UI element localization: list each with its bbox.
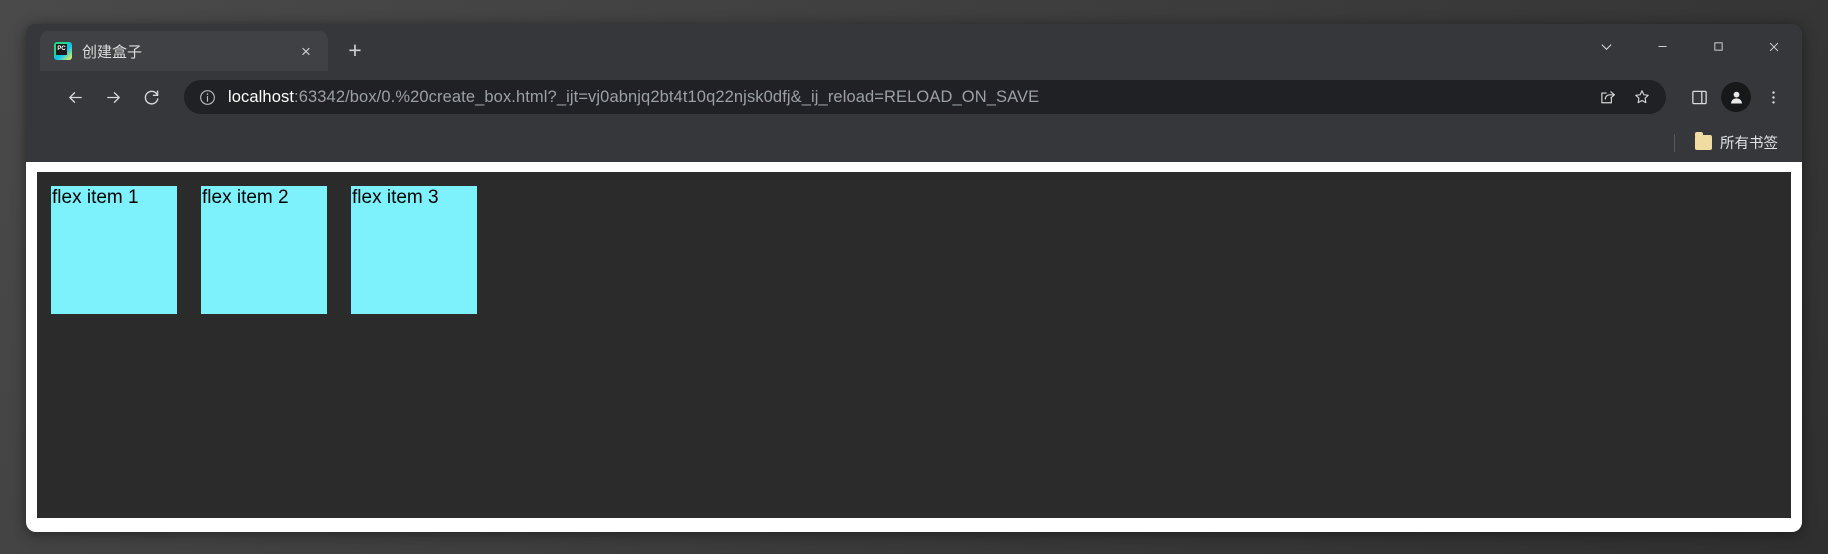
browser-toolbar: localhost:63342/box/0.%20create_box.html…: [26, 71, 1802, 123]
flex-item-3: flex item 3: [351, 186, 477, 314]
maximize-icon[interactable]: [1690, 27, 1746, 67]
url-text[interactable]: localhost:63342/box/0.%20create_box.html…: [228, 88, 1581, 107]
browser-window: PC 创建盒子 × + localhost:63342/box/0.%20cre…: [26, 24, 1802, 532]
bookmark-star-icon[interactable]: [1626, 81, 1658, 113]
tab-close-icon[interactable]: ×: [294, 39, 318, 63]
side-panel-icon[interactable]: [1682, 80, 1716, 114]
omnibox-actions: [1592, 81, 1658, 113]
all-bookmarks-label: 所有书签: [1720, 136, 1778, 152]
page-viewport: flex item 1 flex item 2 flex item 3: [26, 162, 1802, 532]
flex-container: flex item 1 flex item 2 flex item 3: [37, 172, 1791, 518]
url-path: :63342/box/0.%20create_box.html?_ijt=vj0…: [294, 87, 1040, 106]
new-tab-button[interactable]: +: [338, 33, 372, 67]
profile-avatar[interactable]: [1721, 82, 1751, 112]
flex-item-2: flex item 2: [201, 186, 327, 314]
tab-title: 创建盒子: [82, 43, 143, 61]
bookmarks-divider: [1674, 133, 1675, 152]
reload-button-icon[interactable]: [134, 80, 168, 114]
forward-button-icon[interactable]: [96, 80, 130, 114]
back-button-icon[interactable]: [58, 80, 92, 114]
close-icon[interactable]: [1746, 27, 1802, 67]
share-icon[interactable]: [1592, 81, 1624, 113]
chrome-menu-icon[interactable]: [1756, 80, 1790, 114]
all-bookmarks-button[interactable]: 所有书签: [1689, 128, 1784, 157]
flex-item-1: flex item 1: [51, 186, 177, 314]
folder-icon: [1695, 132, 1712, 150]
pycharm-favicon-icon: PC: [54, 42, 72, 60]
browser-tab-active[interactable]: PC 创建盒子 ×: [40, 31, 328, 71]
bookmarks-bar: 所有书签: [26, 123, 1802, 162]
minimize-icon[interactable]: [1634, 27, 1690, 67]
tab-strip: PC 创建盒子 × +: [26, 24, 1802, 71]
favicon-label: PC: [56, 44, 67, 55]
toolbar-right-actions: [1676, 80, 1790, 114]
window-controls: [1578, 24, 1802, 71]
site-info-icon[interactable]: [198, 88, 217, 107]
url-host: localhost: [228, 87, 295, 106]
address-bar[interactable]: localhost:63342/box/0.%20create_box.html…: [184, 80, 1666, 114]
tab-search-chevron-down-icon[interactable]: [1578, 27, 1634, 67]
